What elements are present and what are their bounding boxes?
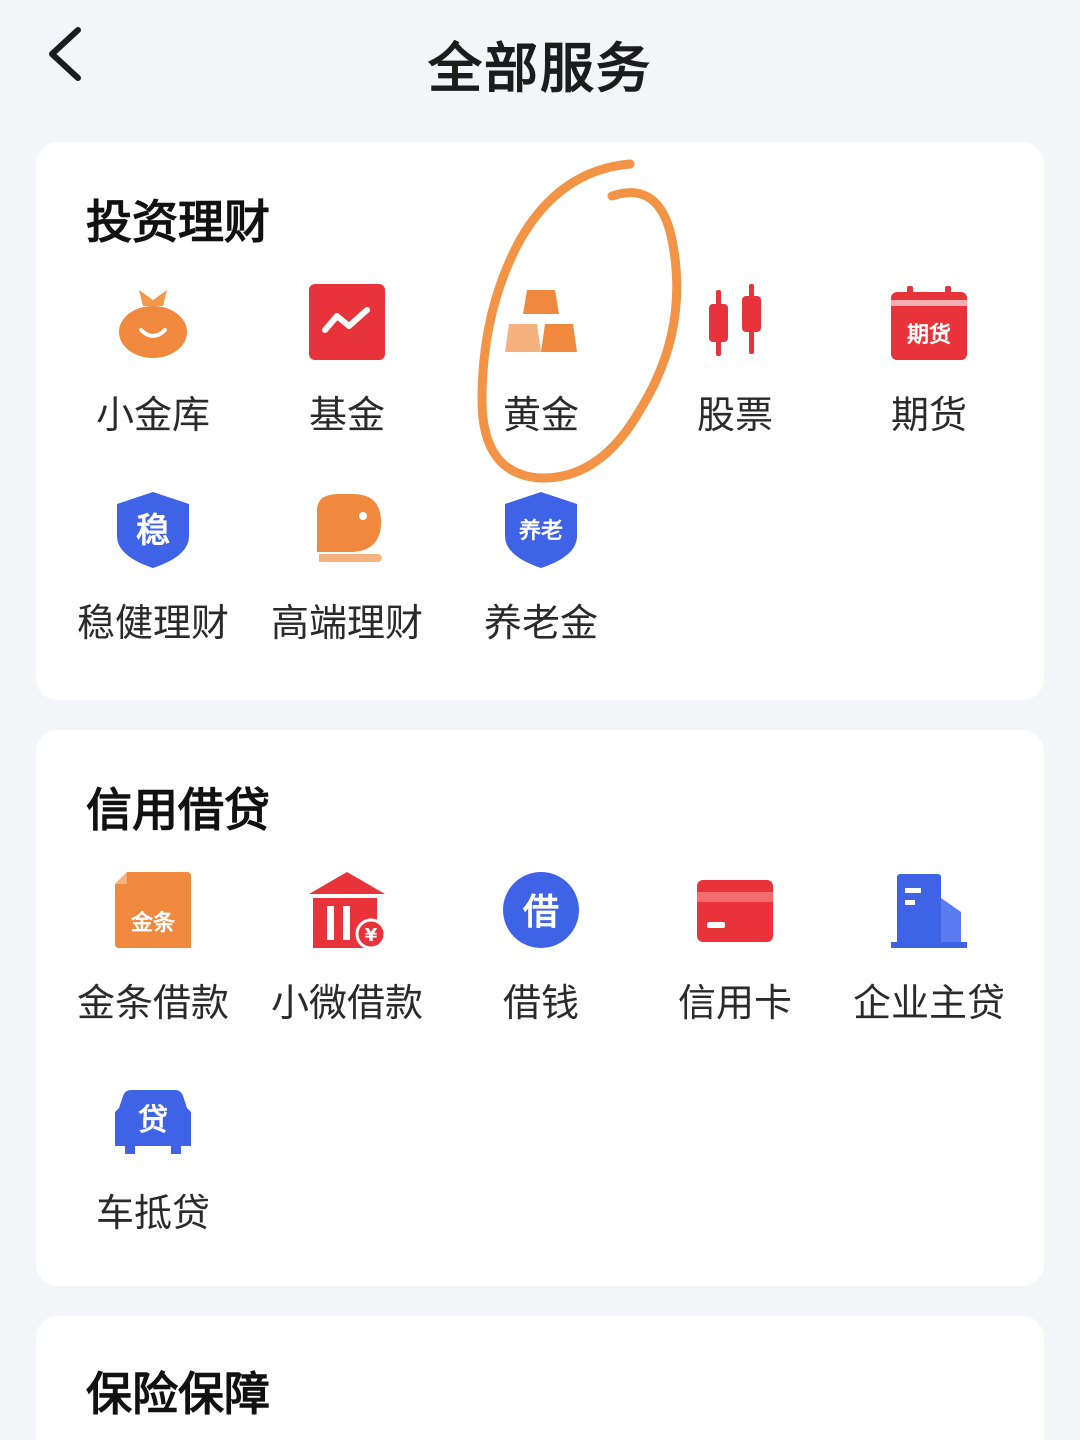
service-item-pension[interactable]: 养老 养老金 bbox=[444, 492, 638, 672]
section-title: 保险保障 bbox=[86, 1367, 270, 1421]
yuan-glyph: ¥ bbox=[365, 925, 378, 946]
service-item-jintiao-loan[interactable]: 金条 金条借款 bbox=[56, 872, 250, 1052]
service-label: 期货 bbox=[890, 393, 967, 437]
service-item-xiaojinku[interactable]: 小金库 bbox=[56, 284, 250, 464]
service-item-borrow[interactable]: 借 借钱 bbox=[444, 872, 638, 1052]
section-title: 投资理财 bbox=[86, 195, 270, 249]
gold-strip-icon: 金条 bbox=[115, 872, 191, 948]
money-bag-icon bbox=[119, 290, 187, 358]
section-card-investment: 投资理财 小金库 基金 黄金 股票 期货 期货 稳 稳健理财 高端理财 养老 养… bbox=[36, 142, 1044, 700]
candlestick-icon bbox=[709, 284, 761, 356]
section-card-insurance: 保险保障 bbox=[36, 1316, 1044, 1440]
service-label: 小微借款 bbox=[270, 981, 423, 1025]
service-item-steady-wealth[interactable]: 稳 稳健理财 bbox=[56, 492, 250, 672]
service-label: 基金 bbox=[308, 393, 385, 437]
section-title: 信用借贷 bbox=[86, 783, 270, 837]
car-loan-glyph: 贷 bbox=[138, 1103, 168, 1138]
service-item-business-loan[interactable]: 企业主贷 bbox=[832, 872, 1026, 1052]
service-label: 金条借款 bbox=[76, 981, 229, 1025]
premium-wealth-icon bbox=[317, 494, 382, 562]
jintiao-glyph: 金条 bbox=[130, 910, 176, 936]
service-label: 车抵贷 bbox=[95, 1191, 210, 1235]
service-label: 借钱 bbox=[502, 981, 579, 1025]
service-label: 信用卡 bbox=[677, 981, 792, 1025]
service-item-credit-card[interactable]: 信用卡 bbox=[638, 872, 832, 1052]
gold-bars-icon bbox=[505, 290, 577, 352]
pension-glyph: 养老 bbox=[518, 518, 563, 544]
building-icon bbox=[891, 874, 967, 948]
steady-glyph: 稳 bbox=[136, 511, 170, 551]
service-item-fund[interactable]: 基金 bbox=[250, 284, 444, 464]
fund-chart-icon bbox=[309, 284, 385, 360]
service-label: 稳健理财 bbox=[76, 601, 229, 645]
service-label: 高端理财 bbox=[270, 601, 423, 645]
service-item-micro-loan[interactable]: ¥ 小微借款 bbox=[250, 872, 444, 1052]
service-label: 小金库 bbox=[95, 393, 210, 437]
top-bar: 全部服务 bbox=[0, 0, 1080, 120]
service-item-futures[interactable]: 期货 期货 bbox=[832, 284, 1026, 464]
service-label: 股票 bbox=[696, 393, 773, 437]
car-loan-icon: 贷 bbox=[115, 1090, 191, 1154]
borrow-circle-icon: 借 bbox=[503, 872, 579, 948]
service-label: 企业主贷 bbox=[852, 981, 1005, 1025]
steady-shield-icon: 稳 bbox=[117, 492, 189, 568]
service-item-premium-wealth[interactable]: 高端理财 bbox=[250, 492, 444, 672]
credit-card-icon bbox=[697, 880, 773, 942]
service-item-car-loan[interactable]: 贷 车抵贷 bbox=[56, 1082, 250, 1262]
service-label: 黄金 bbox=[502, 393, 579, 437]
bank-yuan-icon: ¥ bbox=[309, 872, 385, 948]
pension-shield-icon: 养老 bbox=[505, 492, 577, 568]
futures-glyph: 期货 bbox=[907, 322, 951, 348]
service-label: 养老金 bbox=[483, 601, 598, 645]
service-item-gold[interactable]: 黄金 bbox=[444, 284, 638, 464]
futures-calendar-icon: 期货 bbox=[891, 286, 967, 360]
section-card-credit: 信用借贷 金条 金条借款 ¥ 小微借款 借 借钱 信用卡 企业主贷 贷 车抵贷 bbox=[36, 730, 1044, 1286]
page-title: 全部服务 bbox=[428, 37, 652, 100]
service-item-stock[interactable]: 股票 bbox=[638, 284, 832, 464]
borrow-glyph: 借 bbox=[522, 892, 559, 933]
